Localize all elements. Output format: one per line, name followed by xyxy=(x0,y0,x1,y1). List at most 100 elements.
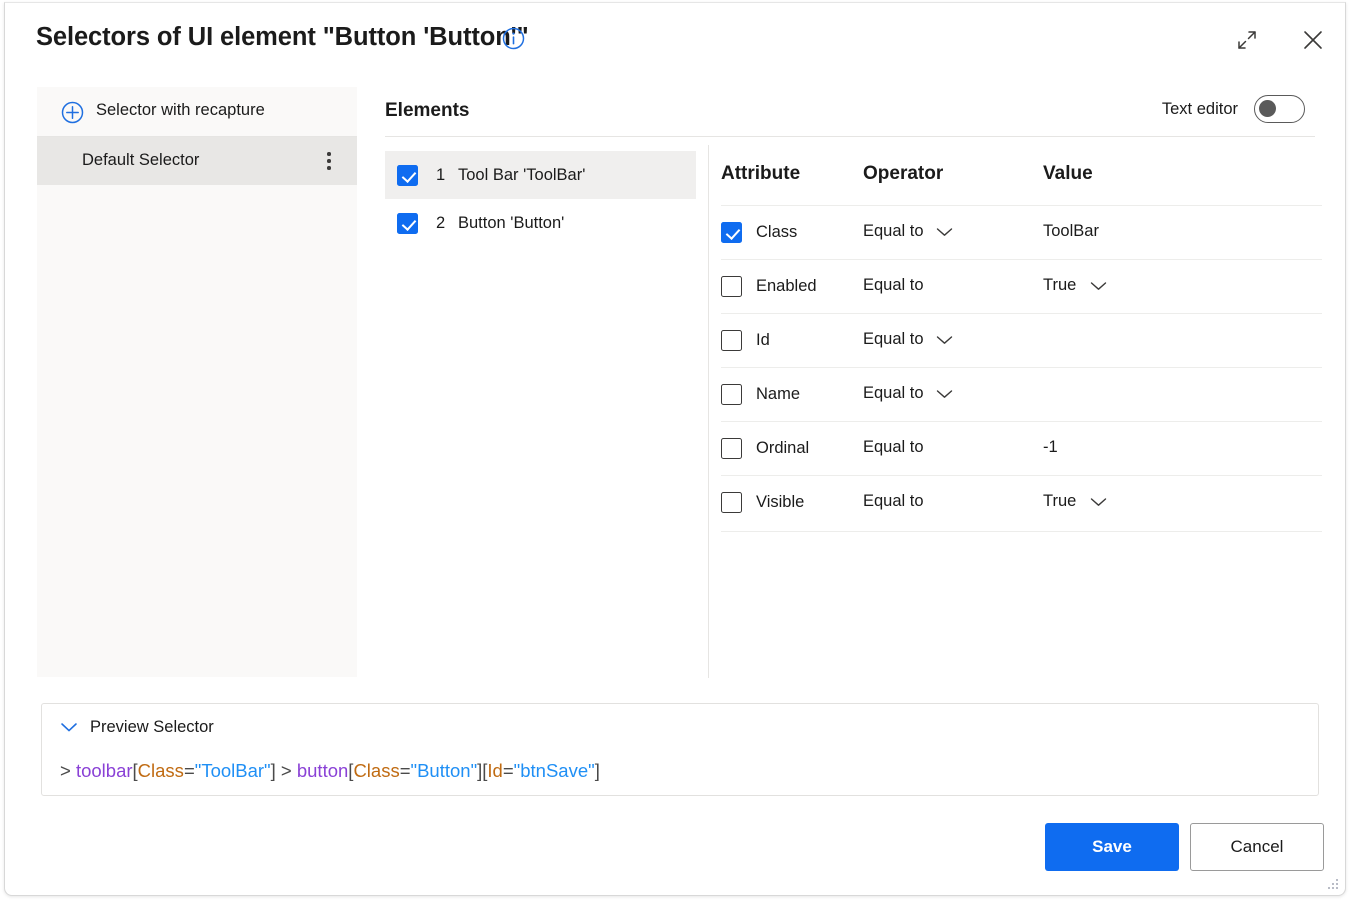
element-checkbox[interactable] xyxy=(397,165,418,186)
close-button[interactable] xyxy=(1290,17,1336,63)
selector-token-string: "btnSave" xyxy=(514,760,595,781)
attribute-name: Id xyxy=(756,331,770,350)
operator-dropdown[interactable]: Equal to xyxy=(863,276,924,295)
plus-circle-icon xyxy=(61,101,84,124)
selector-token-attr: Class xyxy=(138,760,184,781)
operator-value: Equal to xyxy=(863,492,924,511)
selector-dialog-window: Selectors of UI element "Button 'Button'… xyxy=(4,2,1346,896)
expand-dialog-button[interactable] xyxy=(1227,20,1267,60)
chevron-down-icon xyxy=(1090,281,1107,291)
close-icon xyxy=(1302,29,1324,51)
attribute-cell: Class xyxy=(721,222,797,243)
attribute-checkbox[interactable] xyxy=(721,492,742,513)
table-row: Id Equal to xyxy=(721,313,1322,367)
table-row: Name Equal to xyxy=(721,367,1322,421)
selector-token-eq: = xyxy=(400,760,411,781)
elements-panel-title: Elements xyxy=(385,100,469,122)
value-cell[interactable]: -1 xyxy=(1043,438,1058,457)
attribute-name: Name xyxy=(756,385,800,404)
attribute-cell: Enabled xyxy=(721,276,817,297)
attribute-name: Enabled xyxy=(756,277,817,296)
selector-token-elem: button xyxy=(297,760,348,781)
element-label: Tool Bar 'ToolBar' xyxy=(458,166,585,185)
chevron-down-icon xyxy=(936,335,953,345)
value-dropdown[interactable]: True xyxy=(1043,276,1107,295)
attribute-checkbox[interactable] xyxy=(721,330,742,351)
value-text: ToolBar xyxy=(1043,222,1099,241)
more-vertical-icon[interactable] xyxy=(315,147,343,175)
operator-value: Equal to xyxy=(863,330,924,349)
element-row-2[interactable]: 2 Button 'Button' xyxy=(385,199,696,247)
element-label: Button 'Button' xyxy=(458,214,564,233)
cancel-button[interactable]: Cancel xyxy=(1190,823,1324,871)
selector-with-recapture-button[interactable]: Selector with recapture xyxy=(37,87,357,137)
selector-token-elem: toolbar xyxy=(76,760,133,781)
selector-token-gray: ] xyxy=(595,760,600,781)
chevron-down-icon xyxy=(1090,497,1107,507)
operator-value: Equal to xyxy=(863,222,924,241)
selector-token-string: "ToolBar" xyxy=(195,760,271,781)
text-editor-label: Text editor xyxy=(1162,100,1238,119)
element-row-1[interactable]: 1 Tool Bar 'ToolBar' xyxy=(385,151,696,199)
selectors-list-panel: Selector with recapture Default Selector xyxy=(37,87,357,677)
value-cell[interactable]: ToolBar xyxy=(1043,222,1099,241)
operator-dropdown[interactable]: Equal to xyxy=(863,492,924,511)
selector-with-recapture-label: Selector with recapture xyxy=(96,101,265,120)
operator-dropdown[interactable]: Equal to xyxy=(863,222,953,241)
dialog-titlebar: Selectors of UI element "Button 'Button'… xyxy=(5,3,1345,75)
chevron-down-icon xyxy=(60,722,78,733)
resize-grip[interactable] xyxy=(1326,877,1340,891)
value-text: True xyxy=(1043,276,1076,295)
attribute-cell: Name xyxy=(721,384,800,405)
attribute-checkbox[interactable] xyxy=(721,222,742,243)
table-row: Class Equal to ToolBar xyxy=(721,205,1322,259)
selector-token-attr: Id xyxy=(487,760,502,781)
column-header-attribute: Attribute xyxy=(721,163,800,185)
selector-token-attr: Class xyxy=(353,760,399,781)
text-editor-toggle-group: Text editor xyxy=(1162,95,1305,123)
column-header-value: Value xyxy=(1043,163,1093,185)
attribute-name: Ordinal xyxy=(756,439,809,458)
preview-selector-code: > toolbar[Class="ToolBar"] > button[Clas… xyxy=(60,760,600,782)
page-title: Selectors of UI element "Button 'Button'… xyxy=(36,23,529,52)
toggle-knob xyxy=(1259,100,1276,117)
attributes-table: Attribute Operator Value Class Equal to … xyxy=(721,151,1322,529)
expand-diagonal-icon xyxy=(1236,29,1258,51)
value-text: True xyxy=(1043,492,1076,511)
sidebar-item-default-selector[interactable]: Default Selector xyxy=(37,137,357,185)
selector-token-gray: > xyxy=(60,760,76,781)
save-button[interactable]: Save xyxy=(1045,823,1179,871)
element-index: 1 xyxy=(436,166,446,185)
elements-list: 1 Tool Bar 'ToolBar' 2 Button 'Button' xyxy=(385,151,696,247)
operator-value: Equal to xyxy=(863,438,924,457)
operator-dropdown[interactable]: Equal to xyxy=(863,384,953,403)
attribute-checkbox[interactable] xyxy=(721,384,742,405)
value-text: -1 xyxy=(1043,438,1058,457)
operator-dropdown[interactable]: Equal to xyxy=(863,438,924,457)
panel-vertical-divider xyxy=(708,145,709,678)
operator-dropdown[interactable]: Equal to xyxy=(863,330,953,349)
chevron-down-icon xyxy=(936,389,953,399)
table-row: Enabled Equal to True xyxy=(721,259,1322,313)
table-row: Visible Equal to True xyxy=(721,475,1322,529)
attribute-cell: Id xyxy=(721,330,770,351)
preview-selector-toggle[interactable]: Preview Selector xyxy=(60,718,214,737)
selector-token-gray: > xyxy=(276,760,297,781)
text-editor-toggle[interactable] xyxy=(1254,95,1305,123)
element-checkbox[interactable] xyxy=(397,213,418,234)
attribute-checkbox[interactable] xyxy=(721,276,742,297)
operator-value: Equal to xyxy=(863,384,924,403)
preview-selector-panel: Preview Selector > toolbar[Class="ToolBa… xyxy=(41,703,1319,796)
attribute-cell: Visible xyxy=(721,492,804,513)
info-circle-icon[interactable] xyxy=(502,27,525,50)
elements-header-divider xyxy=(385,136,1315,137)
attribute-checkbox[interactable] xyxy=(721,438,742,459)
selector-token-eq: = xyxy=(184,760,195,781)
table-row: Ordinal Equal to -1 xyxy=(721,421,1322,475)
selector-item-label: Default Selector xyxy=(82,151,199,170)
selector-token-eq: = xyxy=(503,760,514,781)
element-index: 2 xyxy=(436,214,446,233)
value-dropdown[interactable]: True xyxy=(1043,492,1107,511)
chevron-down-icon xyxy=(936,227,953,237)
attribute-cell: Ordinal xyxy=(721,438,809,459)
